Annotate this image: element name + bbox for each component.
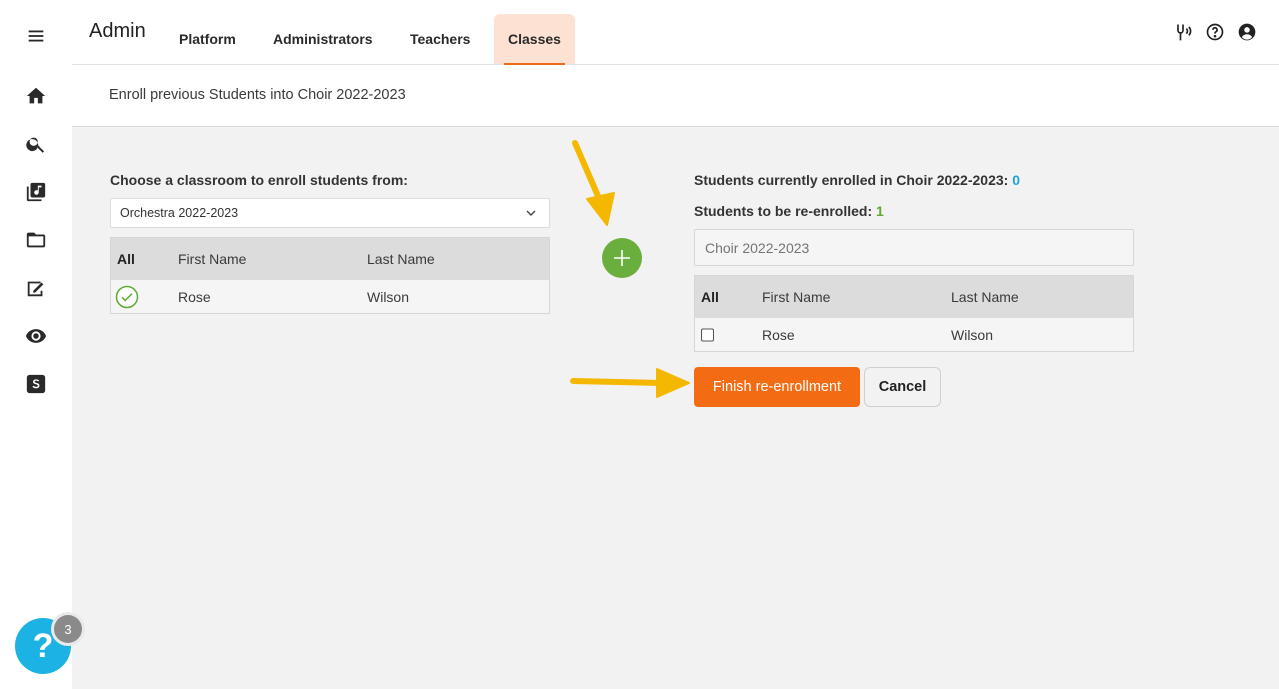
table-row[interactable]: Rose Wilson <box>695 318 1133 351</box>
table-header: All First Name Last Name <box>111 238 549 280</box>
target-class-input[interactable] <box>694 229 1134 266</box>
first-name-header[interactable]: First Name <box>178 251 246 267</box>
annotation-arrow-down-icon <box>572 140 615 226</box>
menu-icon[interactable] <box>24 24 48 48</box>
last-name-header[interactable]: Last Name <box>367 251 435 267</box>
enrolled-count-label: Students currently enrolled in Choir 202… <box>694 172 1009 188</box>
source-classroom-heading: Choose a classroom to enroll students fr… <box>110 172 408 188</box>
enrolled-count-value: 0 <box>1012 172 1020 188</box>
cancel-button[interactable]: Cancel <box>864 367 941 407</box>
source-classroom-select[interactable]: Orchestra 2022-2023 <box>110 198 550 228</box>
table-row[interactable]: Rose Wilson <box>111 280 549 313</box>
plus-icon <box>614 250 630 266</box>
brand-title: Admin <box>89 20 146 42</box>
row-checkbox[interactable] <box>701 328 714 341</box>
tab-administrators[interactable]: Administrators <box>259 14 387 64</box>
to-enroll-count-label: Students to be re-enrolled: <box>694 203 873 219</box>
s-logo-icon[interactable] <box>24 372 48 396</box>
chevron-down-icon <box>526 210 536 216</box>
table-header: All First Name Last Name <box>695 276 1133 318</box>
selected-check-icon[interactable] <box>115 285 139 309</box>
main-content: Choose a classroom to enroll students fr… <box>72 127 1279 689</box>
annotation-arrow-right-icon <box>570 368 690 398</box>
last-name-cell: Wilson <box>367 288 410 305</box>
enrolled-count-line: Students currently enrolled in Choir 202… <box>694 172 1020 188</box>
first-name-cell: Rose <box>762 326 795 343</box>
help-question-icon: ? <box>32 626 54 665</box>
tab-teachers[interactable]: Teachers <box>396 14 484 64</box>
eye-icon[interactable] <box>24 324 48 348</box>
help-circle-icon[interactable] <box>1205 22 1225 42</box>
top-navigation-bar: Admin Platform Administrators Teachers C… <box>72 0 1279 65</box>
search-icon[interactable] <box>24 132 48 156</box>
home-icon[interactable] <box>24 84 48 108</box>
account-icon[interactable] <box>1237 22 1257 42</box>
tuning-fork-icon[interactable] <box>1173 22 1193 42</box>
first-name-cell: Rose <box>178 288 211 305</box>
select-all-header[interactable]: All <box>701 289 719 305</box>
page-subheader: Enroll previous Students into Choir 2022… <box>72 65 1279 127</box>
help-notification-badge: 3 <box>54 615 82 643</box>
last-name-header[interactable]: Last Name <box>951 289 1019 305</box>
target-students-table: All First Name Last Name Rose Wilson <box>694 275 1134 352</box>
tab-platform[interactable]: Platform <box>165 14 250 64</box>
folder-icon[interactable] <box>24 228 48 252</box>
first-name-header[interactable]: First Name <box>762 289 830 305</box>
to-enroll-count-line: Students to be re-enrolled: 1 <box>694 203 884 219</box>
page-title: Enroll previous Students into Choir 2022… <box>109 87 406 103</box>
source-students-table: All First Name Last Name Rose Wilson <box>110 237 550 314</box>
source-classroom-select-value: Orchestra 2022-2023 <box>120 206 239 220</box>
finish-reenrollment-button[interactable]: Finish re-enrollment <box>694 367 860 407</box>
left-sidebar <box>0 0 72 689</box>
to-enroll-count-value: 1 <box>876 203 884 219</box>
top-icons <box>1173 22 1257 42</box>
tab-classes[interactable]: Classes <box>494 14 575 65</box>
add-students-button[interactable] <box>602 238 642 278</box>
assignment-icon[interactable] <box>24 276 48 300</box>
select-all-header[interactable]: All <box>117 251 135 267</box>
last-name-cell: Wilson <box>951 326 994 343</box>
music-library-icon[interactable] <box>24 180 48 204</box>
